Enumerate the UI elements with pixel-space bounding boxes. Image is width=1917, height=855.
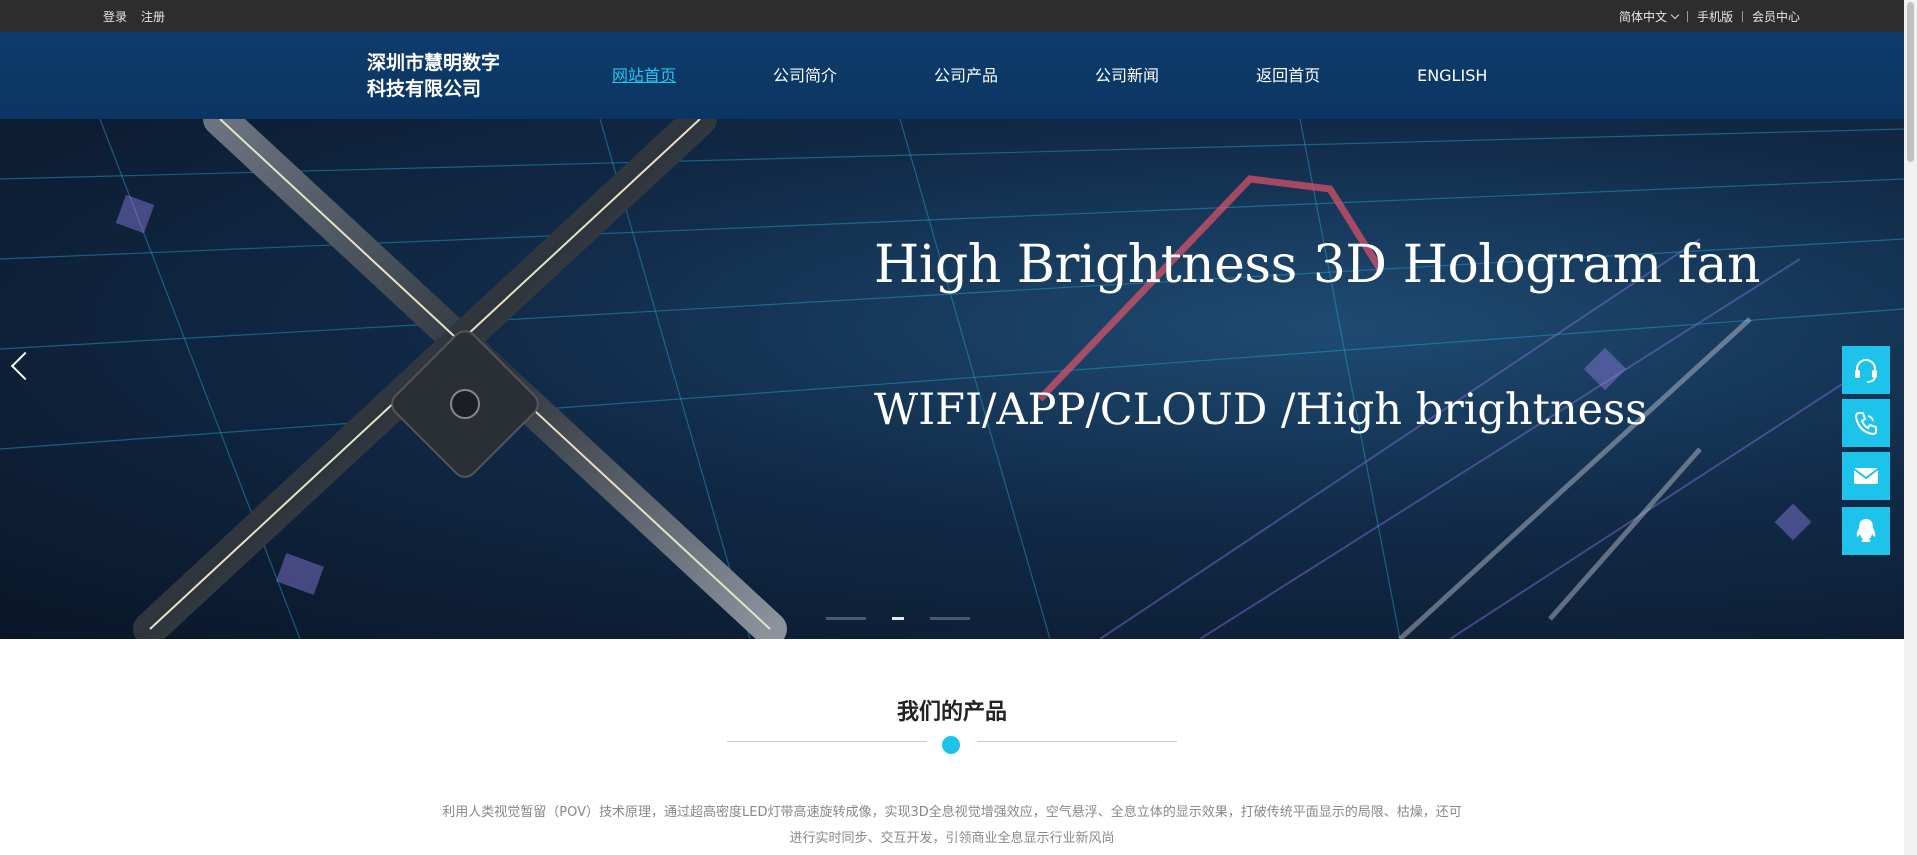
company-logo[interactable]: 深圳市慧明数字 科技有限公司 [367,50,527,102]
divider [727,741,927,742]
carousel-dot-active[interactable] [892,617,904,620]
site-header: 深圳市慧明数字 科技有限公司 网站首页 公司简介 公司产品 公司新闻 返回首页 … [0,32,1904,119]
divider [1686,11,1688,22]
hero-banner[interactable]: High Brightness 3D Hologram fan WIFI/APP… [0,119,1904,639]
divider [1741,11,1743,22]
nav-item-news[interactable]: 公司新闻 [1095,32,1159,119]
language-label: 简体中文 [1618,10,1667,24]
auth-links: 登录 注册 [103,8,165,25]
products-description: 利用人类视觉暂留（POV）技术原理，通过超高密度LED灯带高速旋转成像，实现3D… [400,800,1504,852]
banner-subline: WIFI/APP/CLOUD /High brightness [874,385,1648,435]
scrollbar-thumb[interactable] [1907,2,1914,162]
nav-item-about[interactable]: 公司简介 [773,32,837,119]
mobile-link[interactable]: 手机版 [1697,8,1733,25]
logo-line-1: 深圳市慧明数字 [367,52,501,74]
email-button[interactable] [1842,452,1890,500]
headset-icon [1855,359,1877,383]
nav-item-home[interactable]: 网站首页 [612,32,676,119]
register-link[interactable]: 注册 [141,8,165,25]
description-line: 利用人类视觉暂留（POV）技术原理，通过超高密度LED灯带高速旋转成像，实现3D… [442,805,1462,820]
side-contact-buttons [1842,346,1890,560]
carousel-dot[interactable] [930,617,970,620]
description-line: 进行实时同步、交互开发，引领商业全息显示行业新风尚 [789,831,1115,846]
title-accent-dot [942,736,960,754]
member-center-link[interactable]: 会员中心 [1752,8,1800,25]
banner-background-graphic [0,119,1904,639]
logo-line-2: 科技有限公司 [367,78,482,100]
login-link[interactable]: 登录 [103,8,127,25]
email-icon [1853,468,1879,484]
top-bar: 登录 注册 简体中文 手机版 会员中心 [0,0,1904,32]
top-right-links: 简体中文 手机版 会员中心 [1619,8,1800,25]
qq-icon [1856,519,1876,542]
qq-button[interactable] [1842,507,1890,555]
language-select[interactable]: 简体中文 [1618,8,1680,25]
hologram-fan-image [133,119,787,639]
page-scrollbar[interactable] [1904,0,1917,855]
products-section-title: 我们的产品 [896,700,1007,725]
divider [977,741,1177,742]
phone-icon [1854,412,1877,436]
main-nav: 网站首页 公司简介 公司产品 公司新闻 返回首页 ENGLISH [612,32,1584,119]
nav-item-products[interactable]: 公司产品 [934,32,998,119]
nav-item-back-home[interactable]: 返回首页 [1256,32,1320,119]
carousel-dots [826,617,970,620]
chevron-down-icon [1670,10,1680,20]
nav-item-english[interactable]: ENGLISH [1417,32,1487,119]
customer-service-button[interactable] [1842,346,1890,394]
banner-headline: High Brightness 3D Hologram fan [874,235,1760,295]
phone-button[interactable] [1842,399,1890,447]
carousel-dot[interactable] [826,617,866,620]
